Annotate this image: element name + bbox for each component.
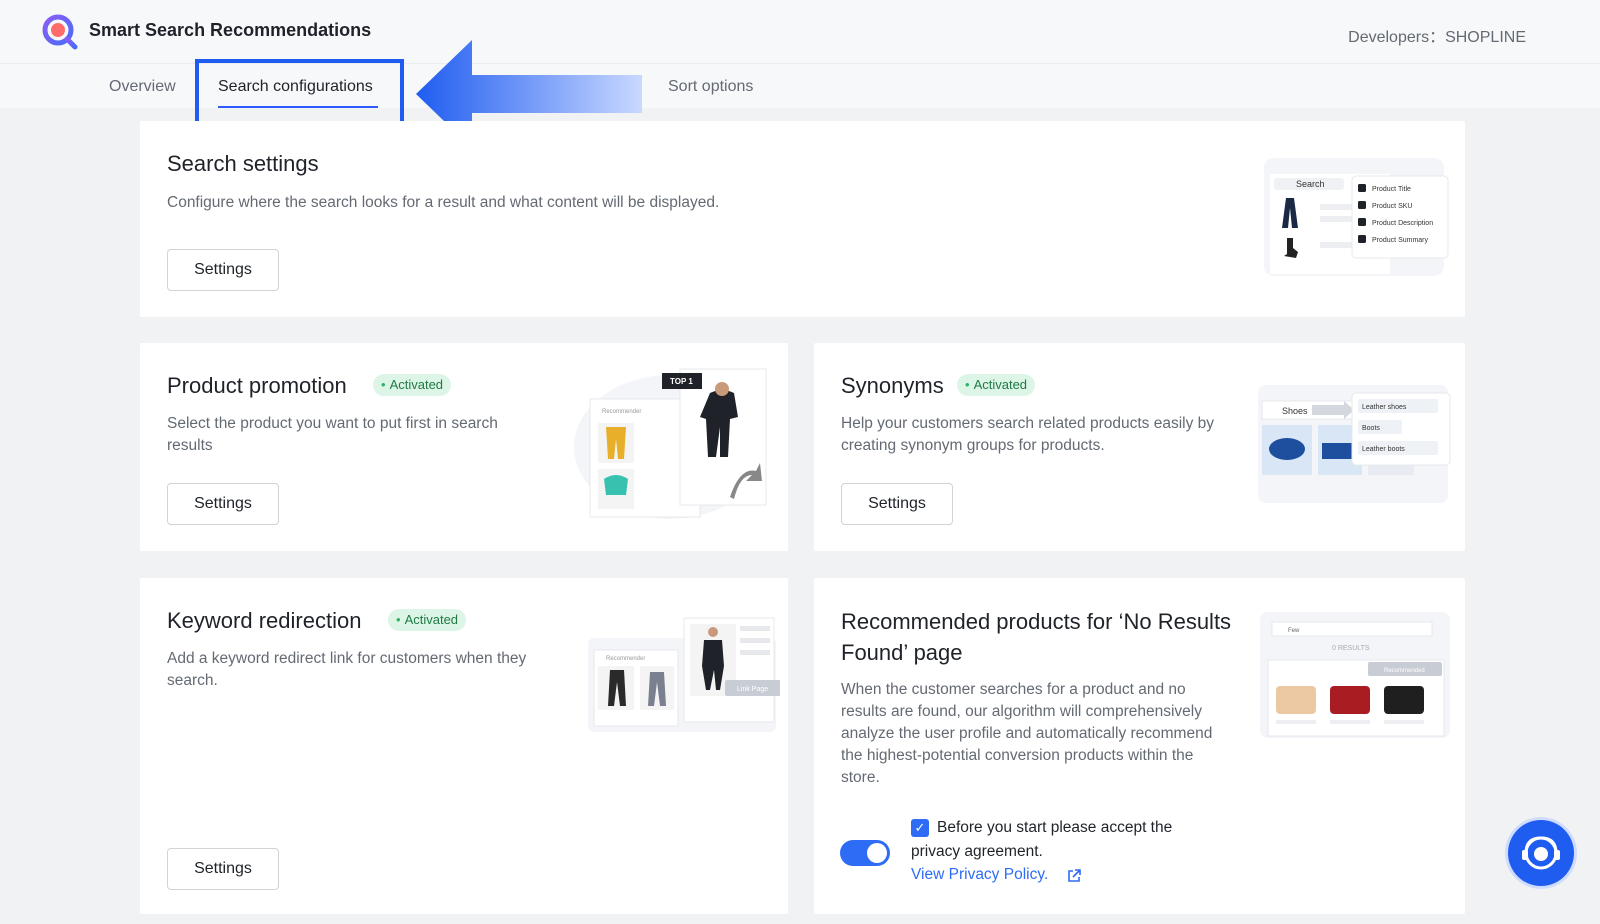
privacy-agree-text: Before you start please accept the priva… [911, 819, 1173, 860]
svg-text:Few: Few [1288, 628, 1300, 634]
tab-overview[interactable]: Overview [109, 78, 176, 96]
keyword-redirection-card: Keyword redirection Activated Add a keyw… [140, 578, 788, 914]
product-promotion-card: Product promotion Activated Select the p… [140, 343, 788, 551]
no-results-illustration-icon: Few 0 RESULTS Recommended [1260, 612, 1450, 738]
status-badge: Activated [957, 374, 1036, 396]
product-promotion-desc: Select the product you want to put first… [167, 415, 498, 454]
external-link-icon[interactable] [1066, 868, 1082, 884]
keyword-redirection-illustration-icon: Recommender Link Page [588, 617, 780, 732]
search-settings-illustration-icon: Search Product Title Product SKU Product… [1264, 158, 1449, 276]
app-logo-icon [42, 14, 78, 50]
status-badge: Activated [373, 374, 452, 396]
top-bar: Smart Search Recommendations Developers：… [0, 0, 1600, 64]
privacy-policy-link[interactable]: View Privacy Policy. [911, 866, 1048, 884]
svg-text:Shoes: Shoes [1282, 406, 1308, 416]
headset-icon [1522, 836, 1560, 870]
support-chat-button[interactable] [1508, 820, 1574, 886]
svg-text:Search: Search [1296, 179, 1325, 189]
synonyms-title: Synonyms [841, 373, 944, 398]
keyword-redirection-desc: Add a keyword redirect link for customer… [167, 650, 527, 689]
no-results-toggle[interactable] [840, 840, 890, 866]
search-settings-title: Search settings [167, 151, 319, 176]
annotation-highlight-box [195, 59, 404, 129]
developer-label: Developers：SHOPLINE [1348, 29, 1526, 46]
svg-text:TOP 1: TOP 1 [670, 377, 693, 386]
svg-text:Product Description: Product Description [1372, 220, 1433, 227]
svg-text:Boots: Boots [1362, 425, 1380, 432]
svg-text:Recommender: Recommender [602, 409, 641, 415]
svg-text:Product SKU: Product SKU [1372, 203, 1412, 210]
search-settings-desc: Configure where the search looks for a r… [167, 194, 720, 211]
tab-sort-options[interactable]: Sort options [668, 78, 753, 96]
keyword-redirection-button[interactable]: Settings [167, 848, 279, 890]
svg-text:Recommended: Recommended [1384, 668, 1425, 674]
search-settings-card: Search settings Configure where the sear… [140, 121, 1465, 317]
svg-text:Leather boots: Leather boots [1362, 446, 1405, 453]
svg-text:Leather shoes: Leather shoes [1362, 404, 1407, 411]
svg-text:Product Summary: Product Summary [1372, 237, 1429, 244]
svg-text:Product Title: Product Title [1372, 186, 1411, 193]
synonyms-button[interactable]: Settings [841, 483, 953, 525]
keyword-redirection-title: Keyword redirection [167, 608, 362, 633]
search-settings-button[interactable]: Settings [167, 249, 279, 291]
product-promotion-title: Product promotion [167, 373, 347, 398]
svg-text:0 RESULTS: 0 RESULTS [1332, 645, 1370, 652]
status-badge: Activated [388, 609, 467, 631]
product-promotion-illustration-icon: Recommender TOP 1 [574, 368, 767, 519]
no-results-desc: When the customer searches for a product… [841, 681, 1213, 786]
synonyms-illustration-icon: Shoes Leather shoes Boots Leather boots [1258, 385, 1451, 503]
no-results-title: Recommended products for ‘No Results Fou… [841, 609, 1232, 665]
synonyms-card: Synonyms Activated Help your customers s… [814, 343, 1465, 551]
synonyms-desc: Help your customers search related produ… [841, 415, 1215, 454]
product-promotion-button[interactable]: Settings [167, 483, 279, 525]
app-title: Smart Search Recommendations [89, 20, 372, 40]
svg-text:Recommender: Recommender [606, 656, 645, 662]
svg-text:Link Page: Link Page [737, 686, 768, 693]
